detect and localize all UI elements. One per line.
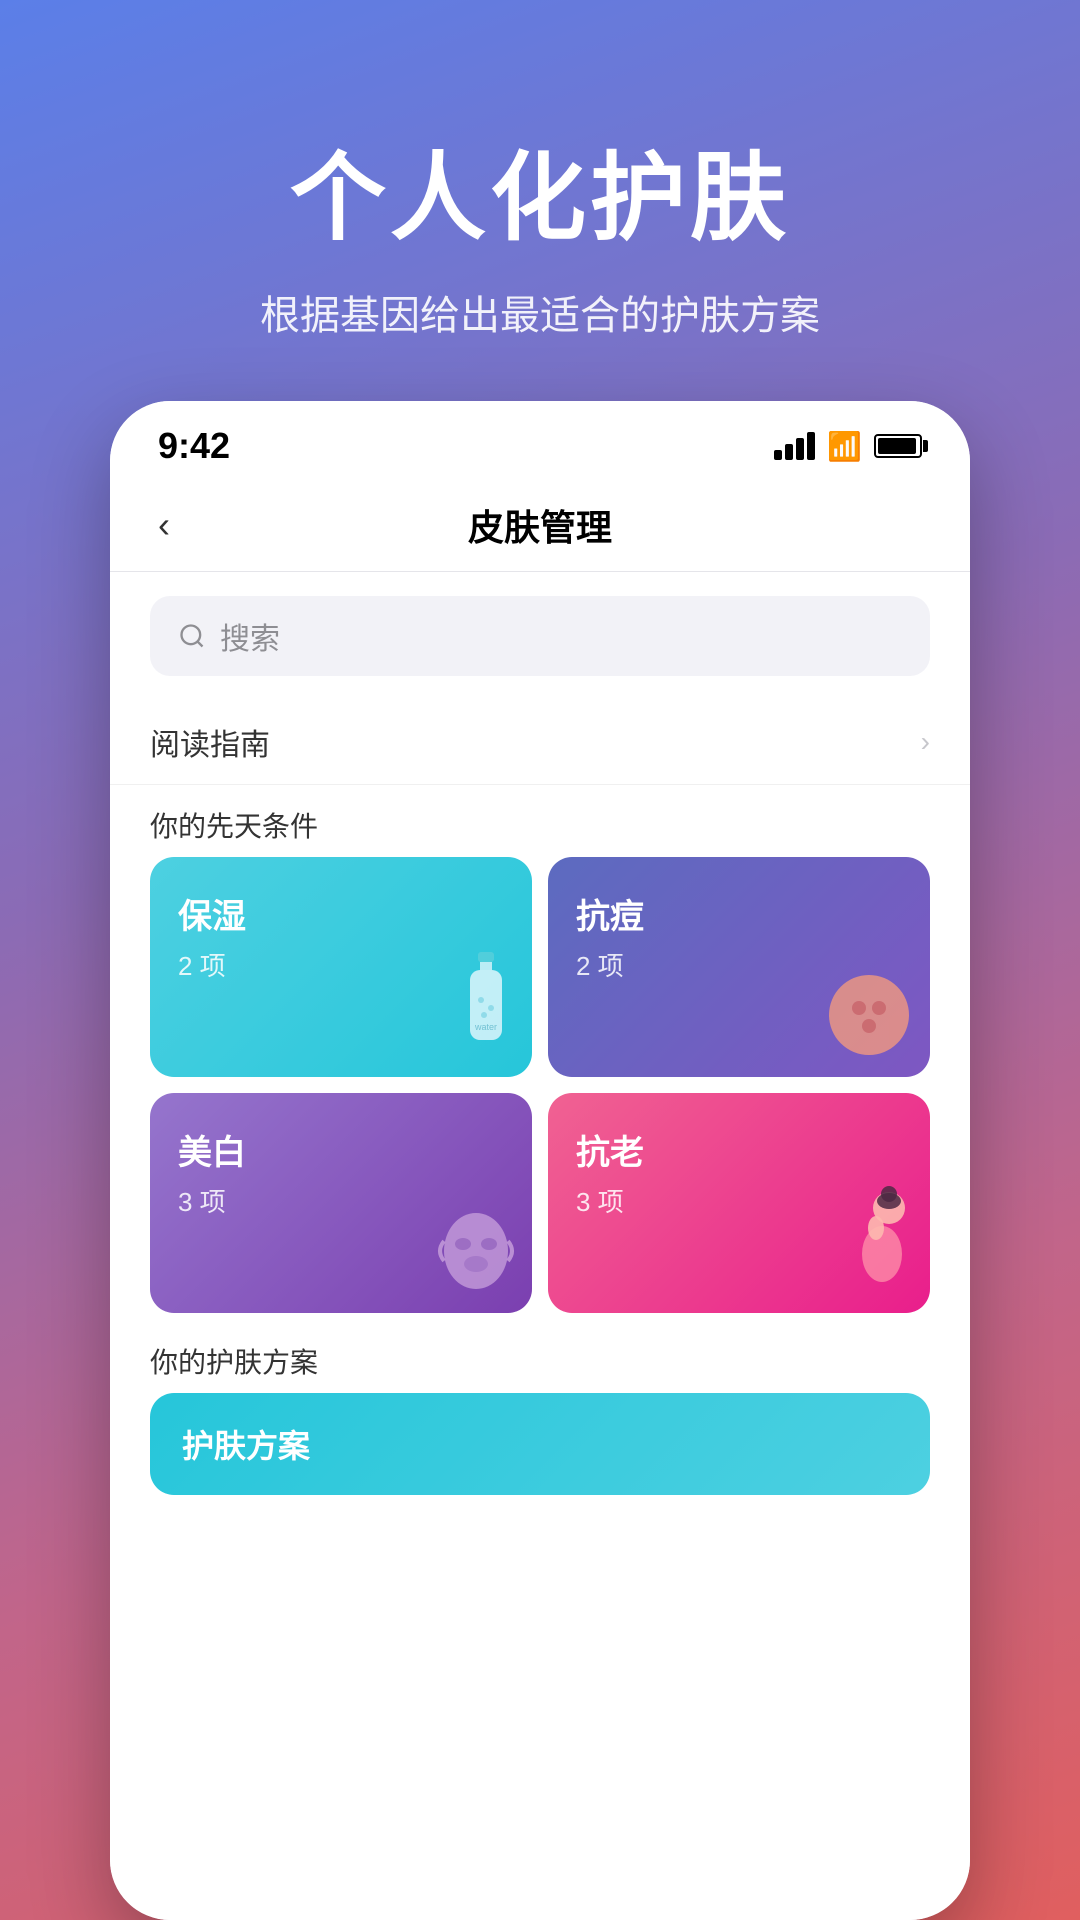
nav-bar: ‹ 皮肤管理: [110, 479, 970, 572]
hero-subtitle: 根据基因给出最适合的护肤方案: [60, 283, 1020, 341]
signal-icon: [774, 432, 815, 460]
content-area: 搜索 阅读指南 › 你的先天条件 保湿 2 项: [110, 572, 970, 1920]
status-bar: 9:42 📶: [110, 401, 970, 479]
chevron-right-icon: ›: [921, 726, 930, 758]
face-mask-icon: [436, 1206, 516, 1301]
back-button[interactable]: ‹: [158, 504, 170, 546]
search-icon: [178, 622, 206, 650]
wifi-icon: 📶: [827, 430, 862, 463]
hero-title: 个人化护肤: [60, 120, 1020, 259]
acne-face-icon: [824, 970, 914, 1065]
svg-text:water: water: [474, 1022, 497, 1032]
search-section: 搜索: [110, 572, 970, 700]
card-whitening-title: 美白: [178, 1125, 504, 1174]
skincare-plan-card[interactable]: 护肤方案: [150, 1393, 930, 1495]
phone-frame: 9:42 📶 ‹ 皮肤管理 搜索: [110, 401, 970, 1920]
guide-label: 阅读指南: [150, 720, 270, 764]
status-time: 9:42: [158, 425, 230, 467]
hero-section: 个人化护肤 根据基因给出最适合的护肤方案: [0, 0, 1080, 401]
card-moisture-title: 保湿: [178, 889, 504, 938]
skincare-plan-title: 护肤方案: [182, 1421, 310, 1467]
guide-section[interactable]: 阅读指南 ›: [110, 700, 970, 785]
card-moisture[interactable]: 保湿 2 项 water: [150, 857, 532, 1077]
battery-icon: [874, 434, 922, 458]
card-whitening[interactable]: 美白 3 项: [150, 1093, 532, 1313]
card-antiaging[interactable]: 抗老 3 项: [548, 1093, 930, 1313]
water-bottle-icon: water: [456, 950, 516, 1065]
search-bar[interactable]: 搜索: [150, 596, 930, 676]
card-acne[interactable]: 抗痘 2 项: [548, 857, 930, 1077]
innate-section-label: 你的先天条件: [110, 785, 970, 857]
status-icons: 📶: [774, 430, 922, 463]
cards-grid: 保湿 2 项 water: [110, 857, 970, 1313]
person-figure-icon: [844, 1186, 914, 1301]
card-acne-title: 抗痘: [576, 889, 902, 938]
search-placeholder: 搜索: [220, 614, 280, 658]
page-title: 皮肤管理: [468, 499, 612, 551]
card-antiaging-title: 抗老: [576, 1125, 902, 1174]
bottom-card-wrapper: 护肤方案: [110, 1393, 970, 1495]
skincare-section-label: 你的护肤方案: [110, 1333, 970, 1393]
